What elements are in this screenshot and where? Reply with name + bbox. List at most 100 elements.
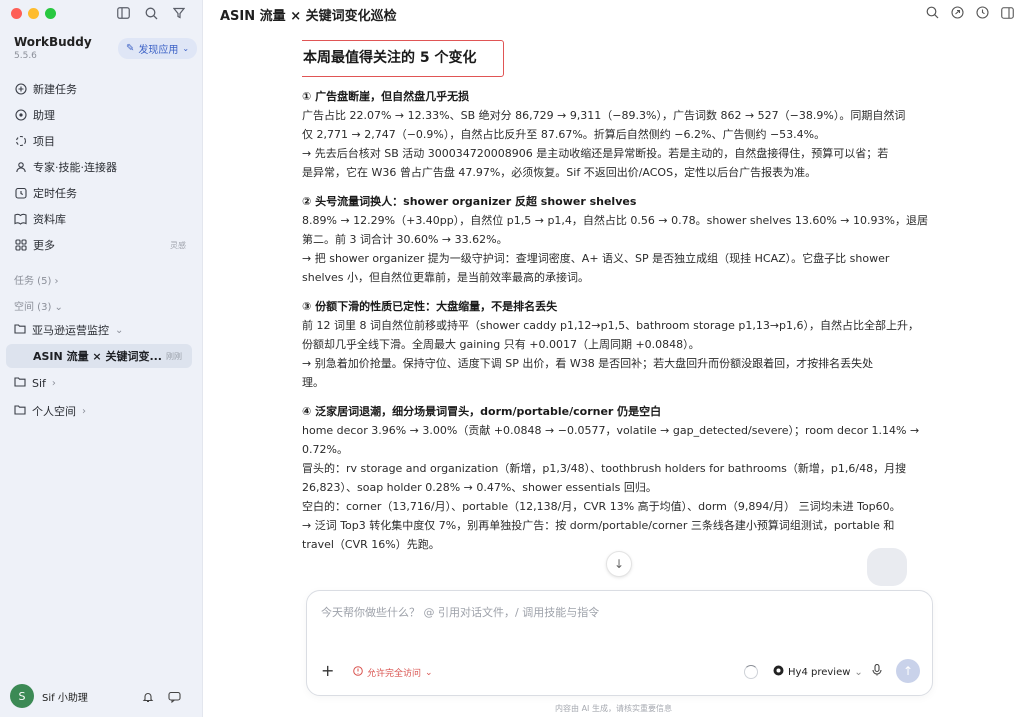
maximize-window-button[interactable] [45, 8, 56, 19]
arrow-down-icon: ↓ [613, 557, 625, 571]
headline: 本周最值得关注的 5 个变化 [302, 40, 504, 77]
section-line: 广告占比 22.07% → 12.33%、SB 绝对分 86,729 → 9,3… [302, 109, 906, 122]
discover-label: 发现应用 [138, 45, 179, 56]
search-icon[interactable] [926, 4, 939, 23]
user-name: Sif 小助理 [42, 692, 88, 704]
sidebar-item-library[interactable]: 资料库 [0, 206, 202, 232]
chat-input[interactable]: 今天帮你做些什么？ @ 引用对话文件，/ 调用技能与指令 [321, 604, 599, 620]
folder-icon [14, 323, 26, 337]
sidebar-item-scheduled-tasks[interactable]: 定时任务 [0, 180, 202, 206]
grid-icon [14, 239, 27, 252]
sidebar-nav: 新建任务 助理 项目 专家·技能·连接器 定时任务 资料库 更多 灵感 [0, 76, 202, 258]
section-title: ③ 份额下滑的性质已定性：大盘缩量，不是排名丢失 [302, 300, 558, 313]
section-line: 前 12 词里 8 词自然位前移或持平（shower caddy p1,12→p… [302, 319, 920, 332]
permission-dropdown[interactable]: 允许完全访问 ⌄ [353, 666, 433, 679]
section-line: home decor 3.96% → 3.00%（贡献 +0.0848 → −0… [302, 424, 920, 437]
folder-label: 亚马逊运营监控 [32, 324, 109, 337]
discover-apps-button[interactable]: ✎ 发现应用 ⌄ [118, 38, 198, 59]
bell-icon[interactable] [142, 688, 154, 707]
section-title: ① 广告盘断崖，但自然盘几乎无损 [302, 90, 470, 103]
chevron-right-icon: › [51, 377, 56, 389]
user-profile[interactable]: S Sif 小助理 [10, 684, 88, 708]
sidebar-item-label: 助理 [33, 109, 55, 122]
chevron-right-icon: › [82, 405, 86, 417]
close-window-button[interactable] [11, 8, 22, 19]
section-line: shelves 小，但自然位更靠前，是当前效率最高的承接词。 [302, 271, 590, 284]
section-line: 是异常，它在 W36 曾占广告盘 47.97%，必须恢复。Sif 不返回出价/A… [302, 166, 817, 179]
toggle-sidebar-icon[interactable] [114, 4, 132, 22]
warning-icon [353, 666, 363, 679]
plus-circle-icon [14, 83, 27, 96]
spaces-label: 空间 (3) [14, 302, 52, 313]
microphone-icon[interactable] [872, 663, 882, 679]
sidebar-item-more[interactable]: 更多 灵感 [0, 232, 202, 258]
sidebar-item-projects[interactable]: 项目 [0, 128, 202, 154]
app-name: WorkBuddy [14, 35, 92, 49]
sidebar-item-label: 更多 [33, 239, 55, 252]
plus-icon: + [321, 661, 335, 680]
folder-label: Sif [32, 376, 46, 390]
folder-icon [14, 376, 26, 390]
section-title: ② 头号流量词换人：shower organizer 反超 shower she… [302, 195, 637, 208]
clock-icon [14, 187, 27, 200]
section-line: 冒头的：rv storage and organization（新增，p1,3/… [302, 462, 907, 475]
chevron-down-icon: ⌄ [115, 324, 124, 336]
chevron-right-icon: › [54, 276, 59, 287]
edit-icon: ✎ [126, 43, 135, 54]
section-line: 第二。前 3 词合计 30.60% → 33.62%。 [302, 233, 508, 246]
project-icon [14, 135, 27, 148]
sidebar: WorkBuddy 5.5.6 ✎ 发现应用 ⌄ 新建任务 助理 项目 专家·技… [0, 0, 203, 717]
tasks-section-toggle[interactable]: 任务 (5) › [14, 272, 59, 287]
scroll-down-button[interactable]: ↓ [606, 551, 632, 577]
section-line: 8.89% → 12.29%（+3.40pp），自然位 p1,5 → p1,4，… [302, 214, 928, 227]
folder-amazon-monitor[interactable]: 亚马逊运营监控 ⌄ [14, 322, 123, 338]
chevron-down-icon: ⌄ [182, 44, 190, 53]
active-chat-badge: 刚刚 [166, 351, 182, 361]
expert-icon [14, 161, 27, 174]
section-line: → 把 shower organizer 提为一级守护词：查埋词密度、A+ 语义… [302, 252, 890, 265]
share-icon[interactable] [951, 4, 964, 23]
message-icon[interactable] [168, 688, 181, 707]
sidebar-item-label: 定时任务 [33, 187, 77, 200]
tasks-label: 任务 (5) [14, 276, 52, 287]
add-attachment-button[interactable]: + [321, 661, 334, 680]
chevron-down-icon: ⌄ [854, 666, 863, 678]
section-line: → 先去后台核对 SB 活动 300034720008906 是主动收缩还是异常… [302, 147, 889, 160]
model-selector[interactable]: Hy4 preview ⌄ [773, 665, 863, 679]
folder-icon [14, 404, 26, 418]
chevron-down-icon: ⌄ [54, 302, 63, 313]
page-title: ASIN 流量 × 关键词变化巡检 [220, 9, 397, 24]
history-icon[interactable] [976, 4, 989, 23]
sidebar-item-experts[interactable]: 专家·技能·连接器 [0, 154, 202, 180]
filter-icon[interactable] [170, 4, 188, 22]
window-controls [11, 8, 56, 19]
search-icon[interactable] [142, 4, 160, 22]
sidebar-item-new-task[interactable]: 新建任务 [0, 76, 202, 102]
model-label: Hy4 preview [788, 666, 851, 678]
app-version: 5.5.6 [14, 51, 37, 61]
sidebar-item-label: 项目 [33, 135, 55, 148]
send-button[interactable]: ↑ [896, 659, 920, 683]
arrow-up-icon: ↑ [902, 664, 914, 678]
chat-input-box[interactable]: 今天帮你做些什么？ @ 引用对话文件，/ 调用技能与指令 + 允许完全访问 ⌄ … [306, 590, 933, 696]
section-line: → 别急着加价抢量。保持守位、适度下调 SP 出价，看 W38 是否回补；若大盘… [302, 357, 874, 370]
chevron-down-icon: ⌄ [425, 667, 433, 678]
spaces-section-toggle[interactable]: 空间 (3) ⌄ [14, 298, 63, 313]
avatar: S [10, 684, 34, 708]
permission-label: 允许完全访问 [367, 669, 422, 679]
ai-disclaimer: 内容由 AI 生成，请核实重要信息 [555, 704, 672, 713]
sidebar-item-assistant[interactable]: 助理 [0, 102, 202, 128]
more-hint: 灵感 [170, 240, 186, 250]
folder-sif[interactable]: Sif › [14, 376, 56, 390]
message-content: 本周最值得关注的 5 个变化 ① 广告盘断崖，但自然盘几乎无损 广告占比 22.… [302, 40, 942, 580]
folder-personal[interactable]: 个人空间 › [14, 403, 86, 419]
section-line: → 泛词 Top3 转化集中度仅 7%，别再单独投广告：按 dorm/porta… [302, 519, 895, 532]
panel-icon[interactable] [1001, 4, 1014, 23]
active-chat-item[interactable]: ASIN 流量 × 关键词变... 刚刚 [6, 344, 192, 368]
active-chat-label: ASIN 流量 × 关键词变... [33, 350, 162, 363]
loading-spinner-icon [744, 665, 758, 679]
section-line: 0.72%。 [302, 443, 348, 456]
minimize-window-button[interactable] [28, 8, 39, 19]
main-panel: ASIN 流量 × 关键词变化巡检 本周最值得关注的 5 个变化 ① 广告盘断崖… [203, 0, 1024, 717]
sidebar-item-label: 专家·技能·连接器 [33, 161, 117, 174]
